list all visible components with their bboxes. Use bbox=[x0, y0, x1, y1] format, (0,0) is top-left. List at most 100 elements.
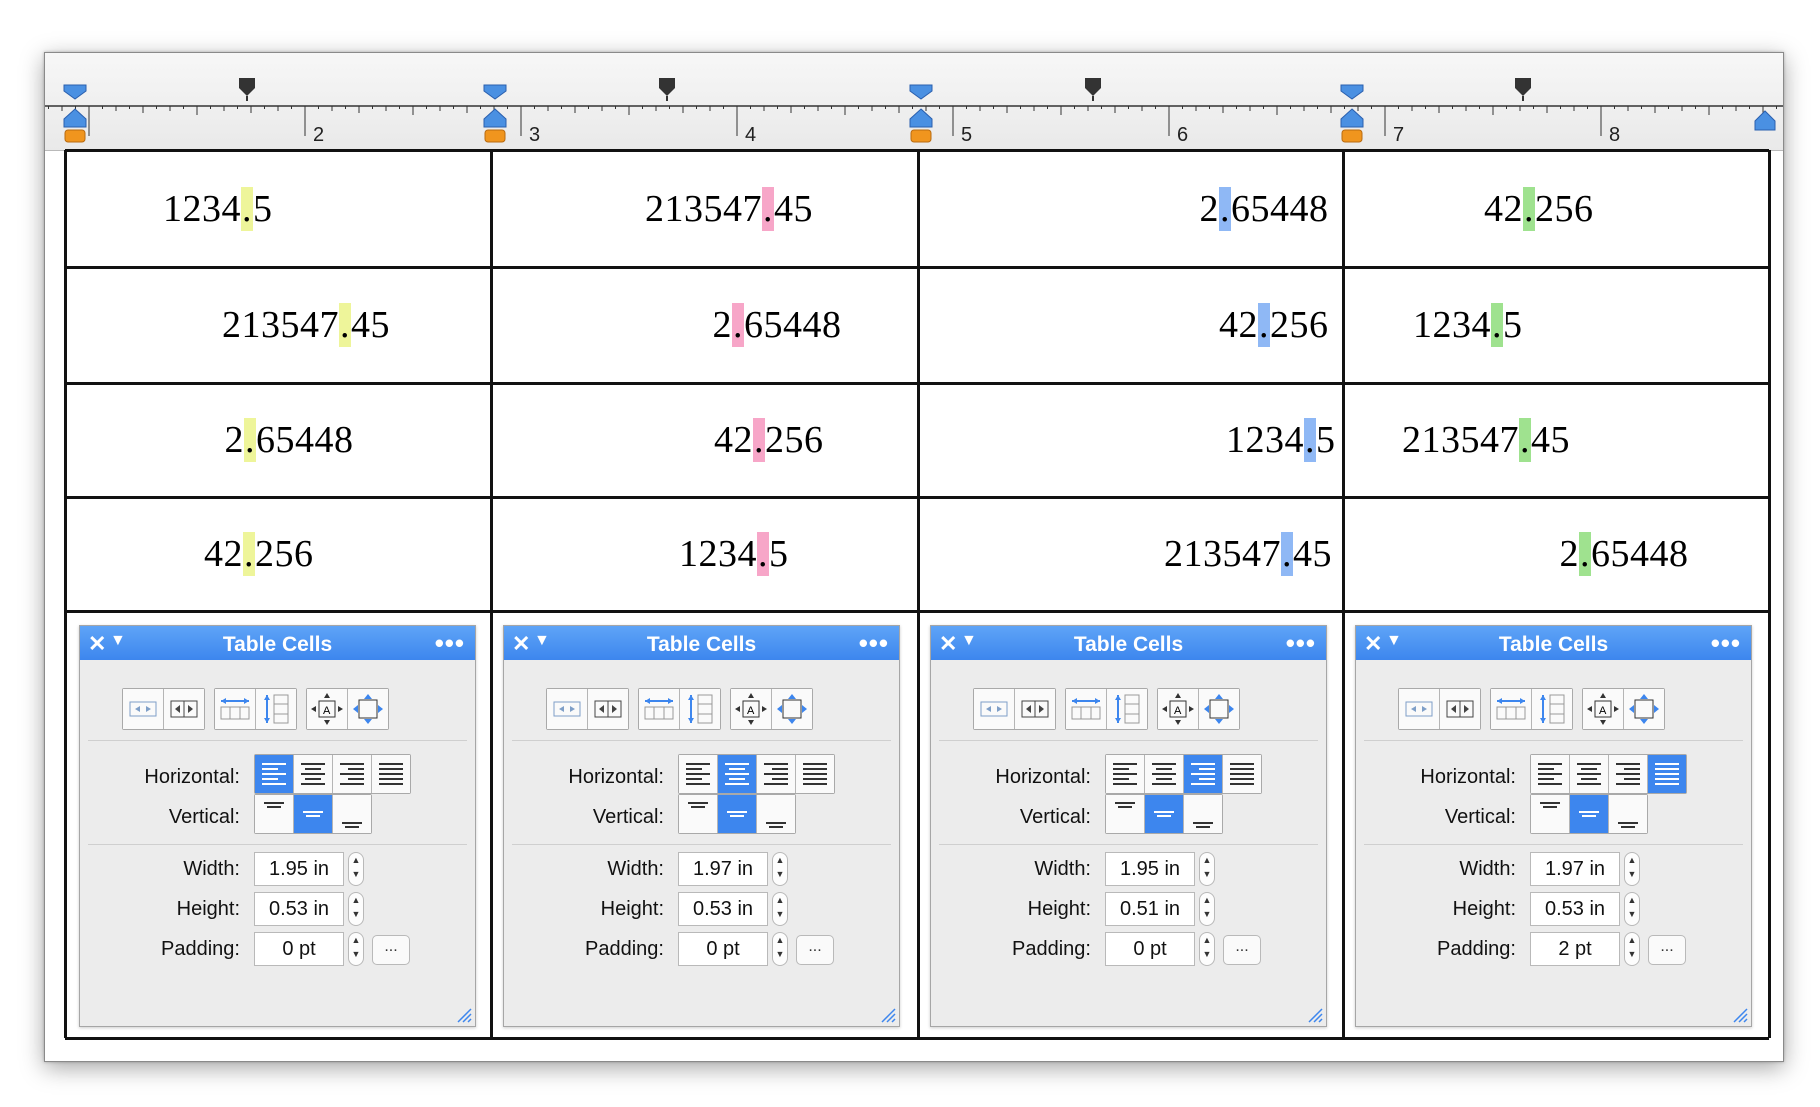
distribute-columns-icon[interactable] bbox=[1066, 689, 1107, 729]
align-justify-icon[interactable] bbox=[1223, 755, 1261, 793]
indent-block-marker[interactable] bbox=[484, 129, 506, 143]
table-cell[interactable]: 2. 65448 bbox=[1345, 499, 1767, 609]
table-cell[interactable]: 42. 256 bbox=[920, 269, 1341, 381]
padding-field[interactable]: 0 pt bbox=[1105, 932, 1195, 966]
height-stepper[interactable]: ▲ ▼ bbox=[1199, 892, 1215, 926]
align-left-icon[interactable] bbox=[1531, 755, 1570, 793]
expand-cells-icon[interactable] bbox=[1199, 689, 1239, 729]
table-cell[interactable]: 1234. 5 bbox=[920, 385, 1341, 495]
valign-bottom-icon[interactable] bbox=[757, 795, 795, 833]
more-options-icon[interactable]: ••• bbox=[1286, 628, 1316, 659]
height-stepper[interactable]: ▲ ▼ bbox=[1624, 892, 1640, 926]
valign-top-icon[interactable] bbox=[679, 795, 718, 833]
right-indent-marker[interactable] bbox=[1754, 110, 1776, 131]
padding-field[interactable]: 0 pt bbox=[678, 932, 768, 966]
distribute-rows-icon[interactable] bbox=[1532, 689, 1572, 729]
table-cell[interactable]: 2. 65448 bbox=[67, 385, 489, 495]
valign-middle-icon[interactable] bbox=[1145, 795, 1184, 833]
merge-cells-icon[interactable] bbox=[123, 689, 164, 729]
padding-stepper[interactable]: ▲ ▼ bbox=[1199, 932, 1215, 966]
left-indent-marker[interactable] bbox=[1340, 108, 1364, 128]
split-cells-icon[interactable] bbox=[1440, 689, 1480, 729]
align-center-icon[interactable] bbox=[294, 755, 333, 793]
width-stepper[interactable]: ▲ ▼ bbox=[1624, 852, 1640, 886]
height-field[interactable]: 0.51 in bbox=[1105, 892, 1195, 926]
padding-options-button[interactable]: ... bbox=[1648, 935, 1686, 965]
left-indent-marker[interactable] bbox=[909, 108, 933, 128]
height-field[interactable]: 0.53 in bbox=[678, 892, 768, 926]
valign-top-icon[interactable] bbox=[255, 795, 294, 833]
align-center-icon[interactable] bbox=[1145, 755, 1184, 793]
align-justify-icon[interactable] bbox=[1648, 755, 1686, 793]
left-indent-marker[interactable] bbox=[483, 108, 507, 128]
width-field[interactable]: 1.97 in bbox=[678, 852, 768, 886]
valign-top-icon[interactable] bbox=[1106, 795, 1145, 833]
indent-block-marker[interactable] bbox=[1341, 129, 1363, 143]
expand-cells-icon[interactable] bbox=[1624, 689, 1664, 729]
merge-cells-icon[interactable] bbox=[1399, 689, 1440, 729]
width-stepper[interactable]: ▲ ▼ bbox=[348, 852, 364, 886]
fit-to-content-icon[interactable]: A bbox=[731, 689, 772, 729]
first-indent-marker[interactable] bbox=[909, 84, 933, 100]
decimal-tab-marker[interactable] bbox=[659, 78, 675, 96]
table-cell[interactable]: 42. 256 bbox=[1345, 152, 1767, 265]
padding-stepper[interactable]: ▲ ▼ bbox=[772, 932, 788, 966]
indent-block-marker[interactable] bbox=[910, 129, 932, 143]
padding-options-button[interactable]: ... bbox=[796, 935, 834, 965]
width-stepper[interactable]: ▲ ▼ bbox=[1199, 852, 1215, 886]
distribute-columns-icon[interactable] bbox=[639, 689, 680, 729]
more-options-icon[interactable]: ••• bbox=[859, 628, 889, 659]
panel-titlebar[interactable]: ✕ ▼ Table Cells ••• bbox=[931, 626, 1326, 660]
resize-grip-icon[interactable] bbox=[1307, 1007, 1323, 1023]
table-cell[interactable]: 1234. 5 bbox=[1345, 269, 1767, 381]
merge-cells-icon[interactable] bbox=[547, 689, 588, 729]
more-options-icon[interactable]: ••• bbox=[1711, 628, 1741, 659]
table-cell[interactable]: 213547. 45 bbox=[1345, 385, 1767, 495]
split-cells-icon[interactable] bbox=[164, 689, 204, 729]
valign-bottom-icon[interactable] bbox=[333, 795, 371, 833]
decimal-tab-marker[interactable] bbox=[1515, 78, 1531, 96]
distribute-rows-icon[interactable] bbox=[1107, 689, 1147, 729]
distribute-columns-icon[interactable] bbox=[215, 689, 256, 729]
distribute-columns-icon[interactable] bbox=[1491, 689, 1532, 729]
padding-options-button[interactable]: ... bbox=[372, 935, 410, 965]
padding-stepper[interactable]: ▲ ▼ bbox=[1624, 932, 1640, 966]
width-field[interactable]: 1.95 in bbox=[254, 852, 344, 886]
split-cells-icon[interactable] bbox=[588, 689, 628, 729]
first-indent-marker[interactable] bbox=[483, 84, 507, 100]
merge-cells-icon[interactable] bbox=[974, 689, 1015, 729]
valign-bottom-icon[interactable] bbox=[1609, 795, 1647, 833]
align-right-icon[interactable] bbox=[333, 755, 372, 793]
table-cell[interactable]: 213547. 45 bbox=[493, 152, 916, 265]
table-cell[interactable]: 213547. 45 bbox=[920, 499, 1341, 609]
align-justify-icon[interactable] bbox=[796, 755, 834, 793]
table-cell[interactable]: 1234. 5 bbox=[67, 152, 489, 265]
padding-stepper[interactable]: ▲ ▼ bbox=[348, 932, 364, 966]
width-field[interactable]: 1.95 in bbox=[1105, 852, 1195, 886]
valign-top-icon[interactable] bbox=[1531, 795, 1570, 833]
height-field[interactable]: 0.53 in bbox=[254, 892, 344, 926]
panel-titlebar[interactable]: ✕ ▼ Table Cells ••• bbox=[504, 626, 899, 660]
padding-field[interactable]: 0 pt bbox=[254, 932, 344, 966]
align-center-icon[interactable] bbox=[1570, 755, 1609, 793]
more-options-icon[interactable]: ••• bbox=[435, 628, 465, 659]
fit-to-content-icon[interactable]: A bbox=[1583, 689, 1624, 729]
fit-to-content-icon[interactable]: A bbox=[1158, 689, 1199, 729]
padding-field[interactable]: 2 pt bbox=[1530, 932, 1620, 966]
height-stepper[interactable]: ▲ ▼ bbox=[772, 892, 788, 926]
align-right-icon[interactable] bbox=[1184, 755, 1223, 793]
table-cell[interactable]: 2. 65448 bbox=[493, 269, 916, 381]
valign-middle-icon[interactable] bbox=[718, 795, 757, 833]
table-cell[interactable]: 42. 256 bbox=[67, 499, 489, 609]
table-cell[interactable]: 1234. 5 bbox=[493, 499, 916, 609]
first-indent-marker[interactable] bbox=[63, 84, 87, 100]
panel-titlebar[interactable]: ✕ ▼ Table Cells ••• bbox=[1356, 626, 1751, 660]
height-field[interactable]: 0.53 in bbox=[1530, 892, 1620, 926]
align-left-icon[interactable] bbox=[679, 755, 718, 793]
valign-middle-icon[interactable] bbox=[294, 795, 333, 833]
left-indent-marker[interactable] bbox=[63, 108, 87, 128]
table-cell[interactable]: 42. 256 bbox=[493, 385, 916, 495]
valign-bottom-icon[interactable] bbox=[1184, 795, 1222, 833]
align-right-icon[interactable] bbox=[1609, 755, 1648, 793]
panel-titlebar[interactable]: ✕ ▼ Table Cells ••• bbox=[80, 626, 475, 660]
